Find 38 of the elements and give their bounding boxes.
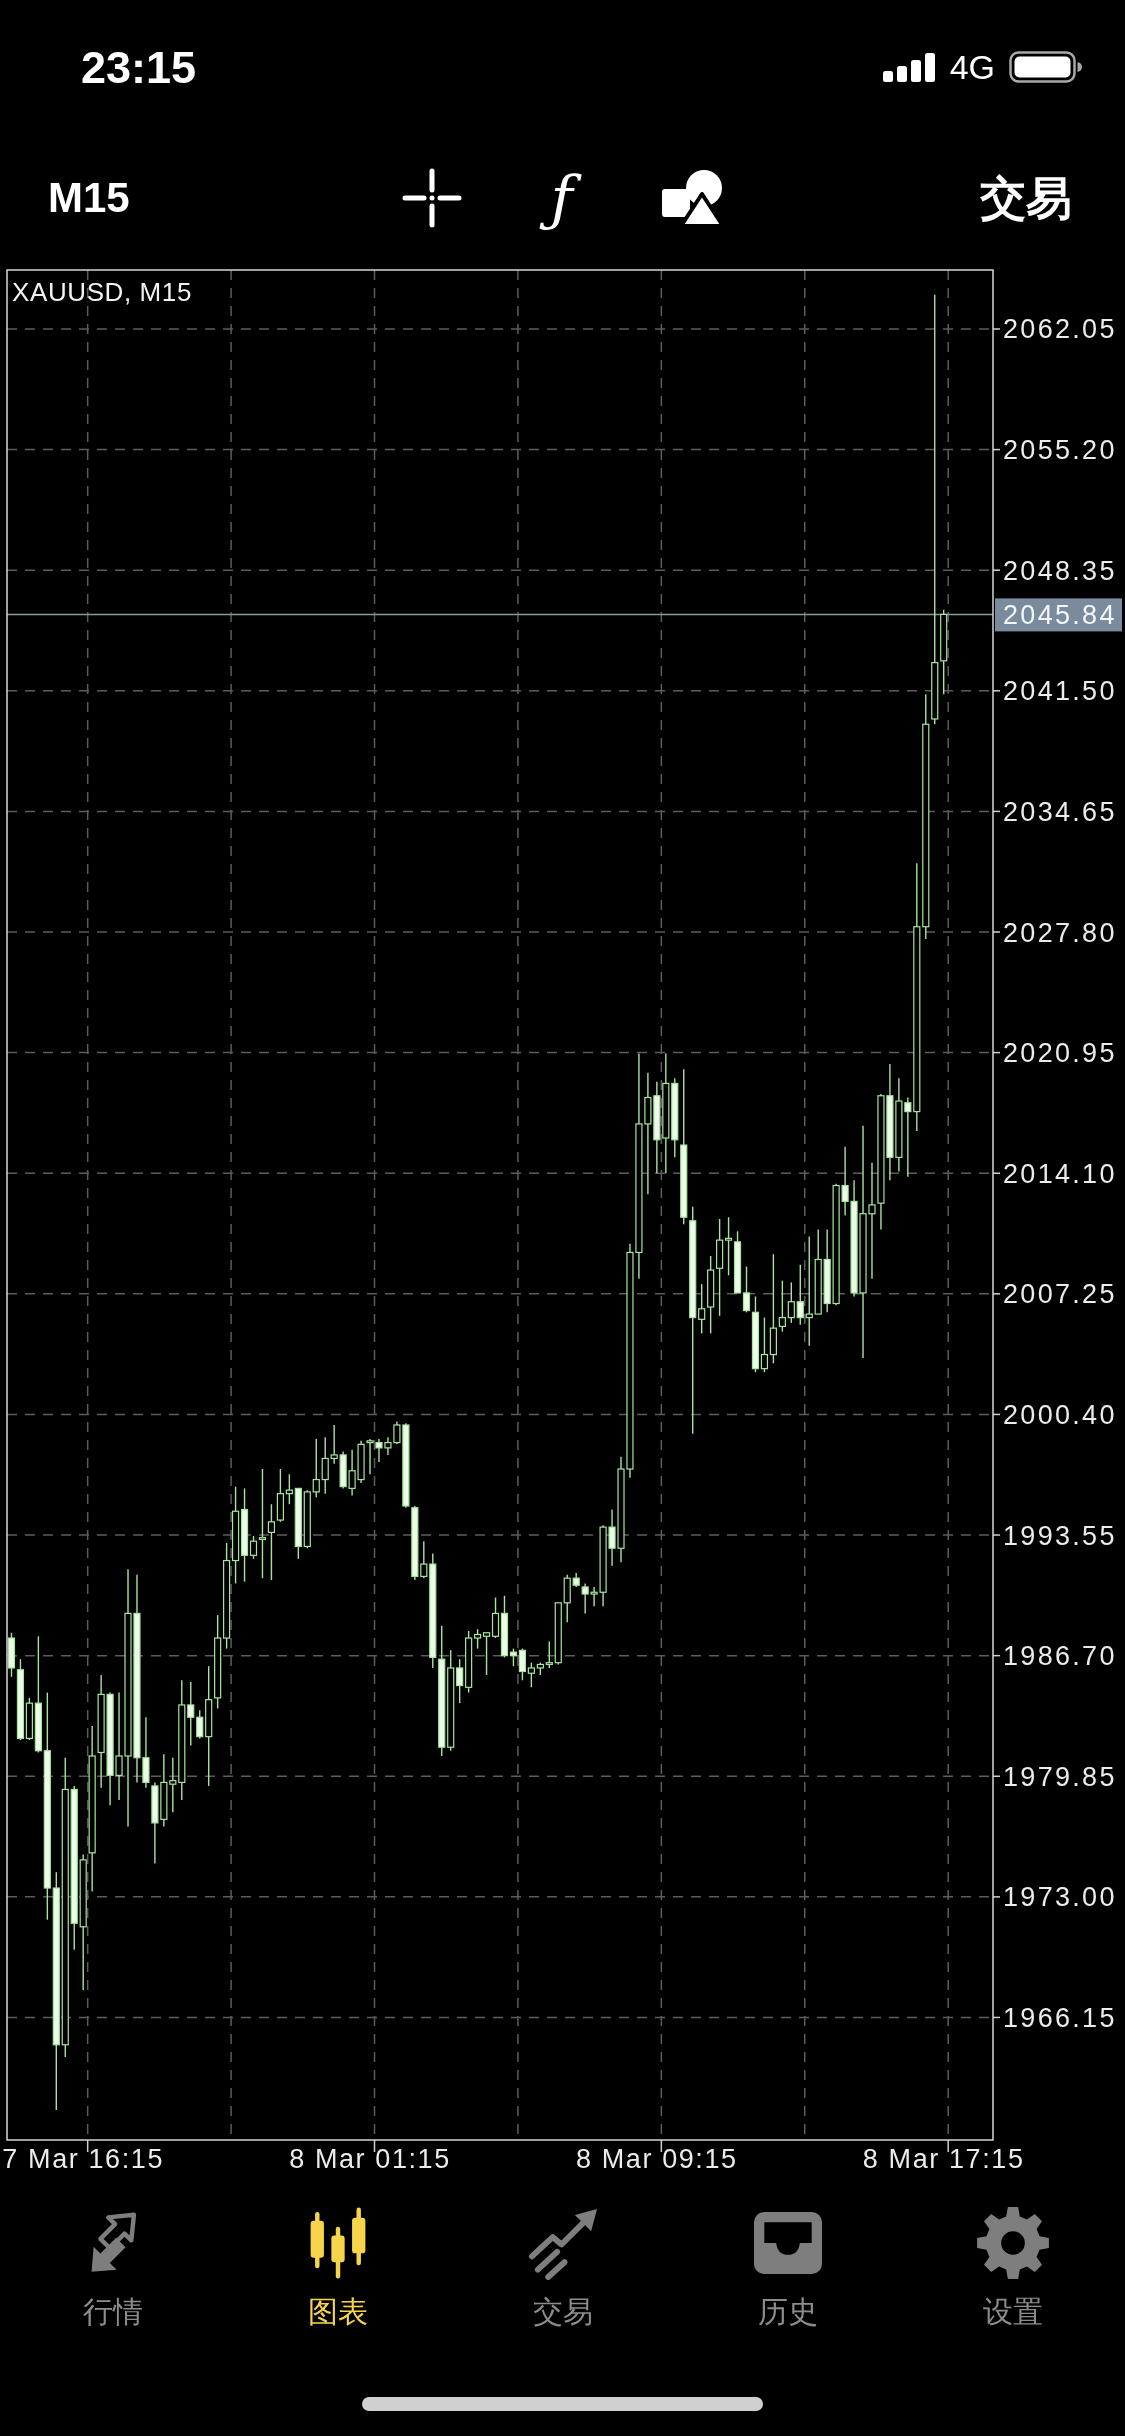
ref-line-label: 2045.84 [1003, 599, 1117, 630]
current-price-tag: 2045.84 [995, 598, 1122, 632]
tab[interactable]: 图表 [291, 2206, 384, 2330]
tab[interactable]: 设置 [966, 2206, 1059, 2330]
price-label: 2062.05 [1003, 314, 1117, 345]
price-label: 1966.15 [1003, 2002, 1117, 2033]
price-label: 2027.80 [1003, 917, 1117, 948]
settings-icon [974, 2206, 1051, 2280]
trade-button[interactable]: 交易 [980, 175, 1072, 221]
price-label: 2020.95 [1003, 1038, 1117, 1069]
price-label: 1973.00 [1003, 1882, 1117, 1913]
price-label: 1993.55 [1003, 1520, 1117, 1551]
price-label: 2055.20 [1003, 435, 1117, 466]
price-label: 1986.70 [1003, 1641, 1117, 1672]
price-label: 2034.65 [1003, 796, 1117, 827]
status-time: 23:15 [81, 44, 197, 90]
tab[interactable]: 交易 [516, 2206, 609, 2330]
tab[interactable]: 行情 [66, 2206, 159, 2330]
price-label: 1979.85 [1003, 1761, 1117, 1792]
price-label: 2041.50 [1003, 676, 1117, 707]
chart-title: XAUUSD, M15 [12, 277, 192, 307]
tab[interactable]: 历史 [741, 2206, 834, 2330]
crosshair-icon[interactable] [401, 168, 462, 228]
price-label: 2048.35 [1003, 555, 1117, 586]
function-button[interactable]: ƒ [539, 168, 584, 228]
battery-icon [1009, 51, 1083, 83]
price-label: 2000.40 [1003, 1399, 1117, 1430]
candle [733, 1230, 742, 1294]
signal-icon [882, 52, 936, 82]
time-label: 8 Mar 17:15 [862, 2144, 1025, 2174]
network-type: 4G [949, 50, 995, 84]
time-label: 8 Mar 01:15 [289, 2144, 451, 2174]
time-label: 7 Mar 16:15 [2, 2144, 165, 2174]
price-label: 2014.10 [1003, 1158, 1117, 1189]
shapes-icon[interactable] [661, 169, 724, 227]
timeframe-button[interactable]: M15 [48, 177, 130, 219]
price-label: 2007.25 [1003, 1279, 1117, 1310]
time-label: 8 Mar 09:15 [576, 2144, 738, 2174]
